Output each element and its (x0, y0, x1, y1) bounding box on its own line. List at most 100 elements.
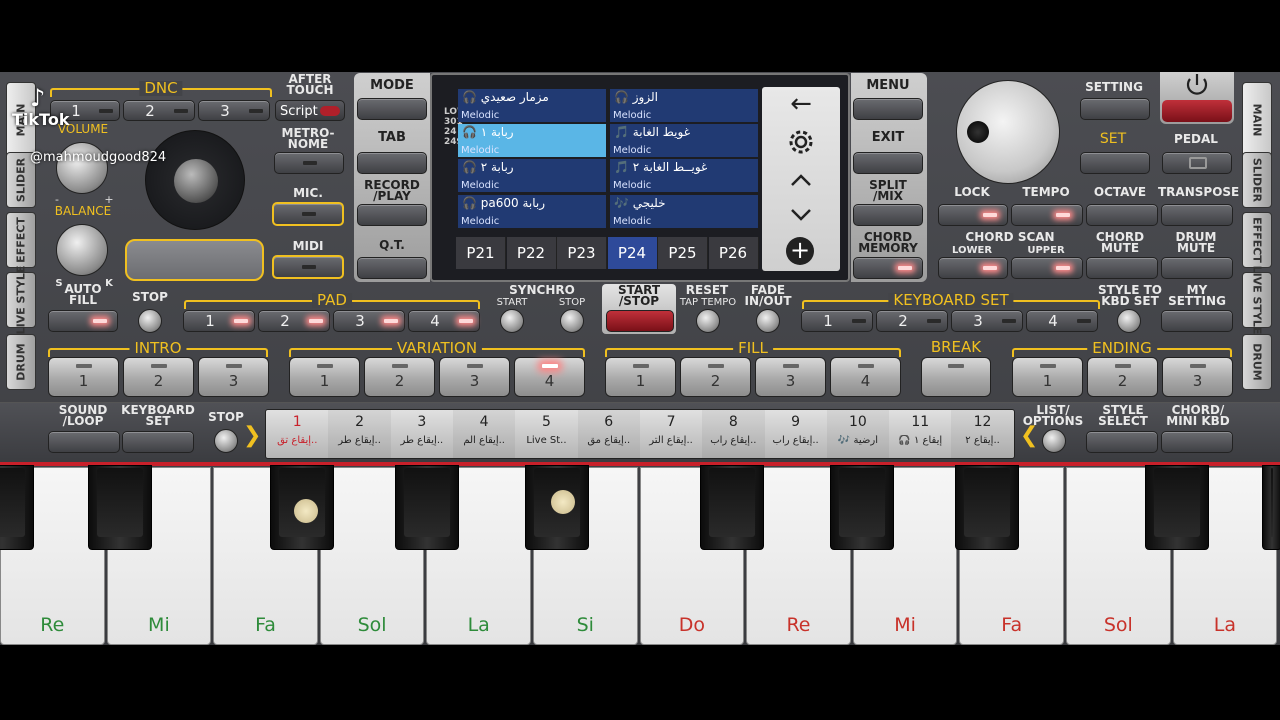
kbd-set-button-3[interactable]: 3 (951, 310, 1023, 332)
style-slot[interactable]: 1 إيقاع تق.. (266, 410, 329, 458)
intro-button-2[interactable]: 2 (123, 357, 194, 397)
octave-button[interactable] (1086, 204, 1158, 226)
voice-cell[interactable]: 🎵 غويط الغابة Melodic (610, 124, 758, 157)
voice-cell[interactable]: 🎧 الزوز Melodic (610, 89, 758, 122)
chevron-down-icon[interactable] (784, 203, 818, 225)
touch-pad[interactable] (125, 239, 264, 281)
intro-button-3[interactable]: 3 (198, 357, 269, 397)
qt-button[interactable] (357, 257, 427, 279)
chord-mute-button[interactable] (1086, 257, 1158, 279)
style-slot[interactable]: 9 إيقاع راب.. (764, 410, 827, 458)
black-key[interactable] (1262, 465, 1280, 550)
style-slot[interactable]: 3 إيقاع طر.. (391, 410, 454, 458)
break-button[interactable] (921, 357, 991, 397)
voice-cell[interactable]: 🎵 غويــط الغابة ٢ Melodic (610, 159, 758, 192)
chord-scan-upper-button[interactable] (1011, 257, 1083, 279)
chord-memory-button[interactable] (853, 257, 923, 279)
style-slot[interactable]: 2 إيقاع طر.. (328, 410, 391, 458)
pad-stop-knob[interactable] (138, 309, 162, 333)
split-mix-button[interactable] (853, 204, 923, 226)
power-icon[interactable] (1160, 72, 1234, 124)
mic-button[interactable] (272, 202, 344, 226)
style-to-kbd-knob[interactable] (1117, 309, 1141, 333)
style-slot[interactable]: 7 إيقاع التر.. (640, 410, 703, 458)
keyboard-set-bottom-button[interactable] (122, 431, 194, 453)
style-slot[interactable]: 5 Live St.. (515, 410, 578, 458)
metronome-button[interactable] (274, 152, 344, 174)
voice-cell[interactable]: 🎶 خليجي Melodic (610, 195, 758, 228)
pad-button-2[interactable]: 2 (258, 310, 330, 332)
black-key[interactable] (395, 465, 459, 550)
lock-button[interactable] (938, 204, 1008, 226)
voice-cell[interactable]: 🎧 ربابة ٢ Melodic (458, 159, 606, 192)
kbd-set-button-1[interactable]: 1 (801, 310, 873, 332)
tab-main-right[interactable]: MAIN (1242, 82, 1272, 158)
ending-button-1[interactable]: 1 (1012, 357, 1083, 397)
page-tab[interactable]: P22 (506, 237, 557, 269)
ending-button-2[interactable]: 2 (1087, 357, 1158, 397)
chord-mini-button[interactable] (1161, 431, 1233, 453)
tab-slider-right[interactable]: SLIDER (1242, 152, 1272, 208)
my-setting-button[interactable] (1161, 310, 1233, 332)
strip-right-arrow-icon[interactable]: ❮ (1020, 425, 1038, 447)
synchro-stop-knob[interactable] (560, 309, 584, 333)
list-options-knob[interactable] (1042, 429, 1066, 453)
tab-drum-right[interactable]: DRUM (1242, 334, 1272, 390)
variation-button-2[interactable]: 2 (364, 357, 435, 397)
style-slot[interactable]: 4 إيقاع الم.. (452, 410, 516, 458)
fill-button-4[interactable]: 4 (830, 357, 901, 397)
reset-knob[interactable] (696, 309, 720, 333)
fill-button-1[interactable]: 1 (605, 357, 676, 397)
style-slot[interactable]: 10 🎶 أرضية (826, 410, 890, 458)
page-tab[interactable]: P23 (557, 237, 607, 269)
data-dial[interactable] (956, 80, 1060, 184)
kbd-set-button-2[interactable]: 2 (876, 310, 948, 332)
black-key[interactable] (955, 465, 1019, 550)
set-button[interactable] (1080, 152, 1150, 174)
variation-button-1[interactable]: 1 (289, 357, 360, 397)
joystick-pad[interactable] (145, 130, 245, 230)
variation-button-4[interactable]: 4 (514, 357, 585, 397)
page-tab[interactable]: P25 (658, 237, 708, 269)
joystick-ball[interactable] (174, 159, 218, 203)
mode-button[interactable] (357, 98, 427, 120)
auto-fill-button[interactable] (48, 310, 118, 332)
gear-icon[interactable] (784, 125, 818, 159)
add-icon[interactable]: + (786, 237, 814, 265)
synchro-start-knob[interactable] (500, 309, 524, 333)
transpose-button[interactable] (1161, 204, 1233, 226)
style-slot[interactable]: 11 🎧 إيقاع ١ (889, 410, 952, 458)
style-slot[interactable]: 8 إيقاع راب.. (702, 410, 765, 458)
fill-button-3[interactable]: 3 (755, 357, 826, 397)
black-key[interactable] (830, 465, 894, 550)
page-tab[interactable]: P24 (607, 237, 658, 269)
fill-button-2[interactable]: 2 (680, 357, 751, 397)
black-key[interactable] (700, 465, 764, 550)
bottom-stop-knob[interactable] (214, 429, 238, 453)
tab-live-style-right[interactable]: LIVE STYLE (1242, 266, 1272, 334)
exit-button[interactable] (853, 152, 923, 174)
drum-mute-button[interactable] (1161, 257, 1233, 279)
style-select-button[interactable] (1086, 431, 1158, 453)
sound-loop-button[interactable] (48, 431, 120, 453)
fade-knob[interactable] (756, 309, 780, 333)
voice-cell[interactable]: 🎧 pa600 ربابة Melodic (458, 195, 606, 228)
ending-button-3[interactable]: 3 (1162, 357, 1233, 397)
style-slot[interactable]: 6 إيقاع مق.. (577, 410, 640, 458)
pedal-button[interactable] (1162, 152, 1232, 174)
black-key[interactable] (88, 465, 152, 550)
tab-button[interactable] (357, 152, 427, 174)
tab-effect-right[interactable]: EFFECT (1242, 212, 1272, 268)
page-tab[interactable]: P26 (708, 237, 759, 269)
kbd-set-button-4[interactable]: 4 (1026, 310, 1098, 332)
chord-scan-lower-button[interactable] (938, 257, 1008, 279)
record-play-button[interactable] (357, 204, 427, 226)
script-button[interactable]: Script (275, 100, 345, 121)
power-button-light[interactable] (1162, 100, 1232, 122)
start-stop-button[interactable] (606, 310, 674, 332)
pad-button-4[interactable]: 4 (408, 310, 480, 332)
voice-cell[interactable]: 🎧 مزمار صعيدي Melodic (458, 89, 606, 122)
page-tab[interactable]: P21 (456, 237, 506, 269)
back-arrow-icon[interactable]: ← (784, 89, 818, 119)
intro-button-1[interactable]: 1 (48, 357, 119, 397)
